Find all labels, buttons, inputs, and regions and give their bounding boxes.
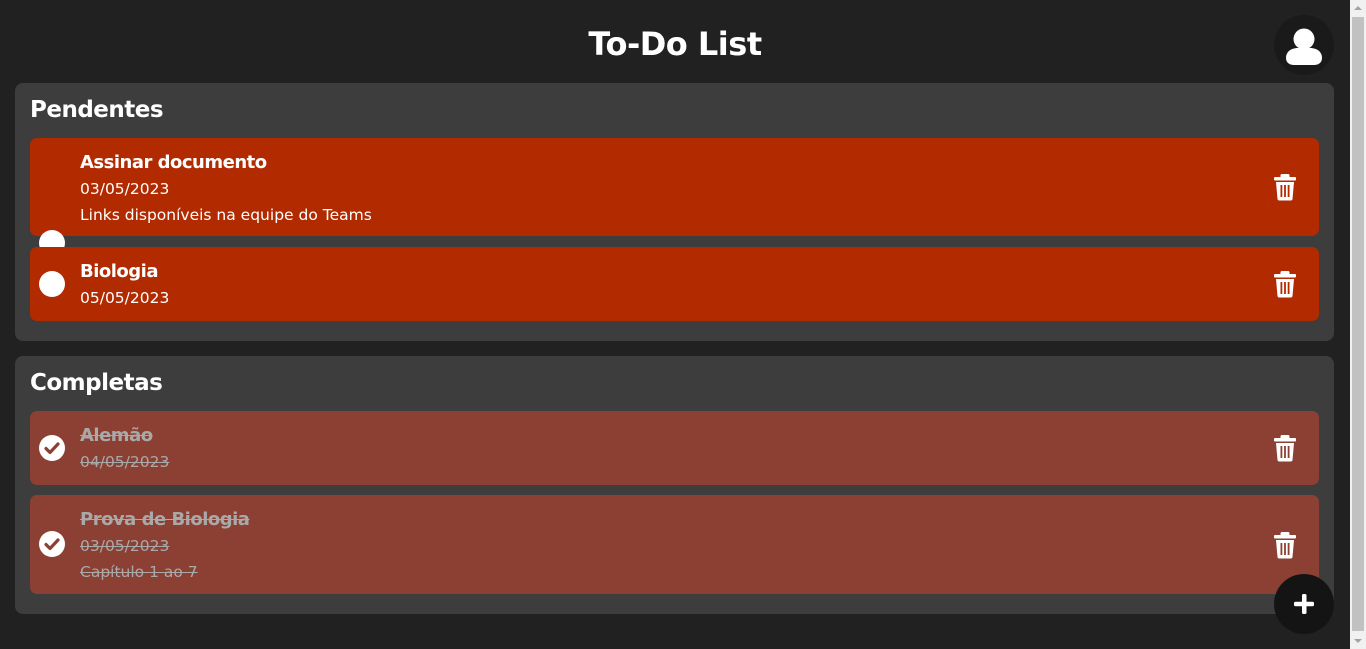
task-content: Prova de Biologia 03/05/2023 Capítulo 1 … [80, 507, 250, 585]
page-title: To-Do List [588, 25, 762, 63]
task-content: Alemão 04/05/2023 [80, 423, 169, 475]
task-checkbox-checked[interactable] [39, 435, 65, 461]
task-content: Biologia 05/05/2023 [80, 259, 169, 311]
task-title: Assinar documento [80, 152, 267, 173]
task-item[interactable]: Alemão 04/05/2023 [30, 411, 1319, 485]
task-item[interactable]: Biologia 05/05/2023 [30, 247, 1319, 321]
task-item[interactable]: Assinar documento 03/05/2023 Links dispo… [30, 138, 1319, 256]
task-content: Assinar documento 03/05/2023 Links dispo… [80, 150, 372, 228]
plus-icon [1294, 594, 1314, 614]
task-date: 03/05/2023 [80, 180, 170, 198]
task-description: Capítulo 1 ao 7 [80, 563, 198, 581]
delete-task-button[interactable] [1272, 173, 1298, 201]
pending-section-title: Pendentes [30, 97, 164, 123]
app-header: To-Do List [0, 0, 1350, 84]
trash-icon [1274, 532, 1296, 559]
completed-section-title: Completas [30, 370, 163, 396]
task-date: 04/05/2023 [80, 453, 170, 471]
task-title: Prova de Biologia [80, 509, 250, 530]
task-date: 05/05/2023 [80, 289, 170, 307]
task-item[interactable]: Prova de Biologia 03/05/2023 Capítulo 1 … [30, 495, 1319, 594]
trash-icon [1274, 271, 1296, 298]
task-checkbox-checked[interactable] [39, 531, 65, 557]
trash-icon [1274, 174, 1296, 201]
pending-section: Pendentes Assinar documento 03/05/2023 L… [15, 83, 1334, 341]
task-title: Alemão [80, 425, 153, 446]
scroll-up-arrow-icon[interactable] [1350, 0, 1366, 16]
task-date: 03/05/2023 [80, 537, 170, 555]
task-description: Links disponíveis na equipe do Teams [80, 206, 372, 224]
completed-section: Completas Alemão 04/05/2023 Prova de Bio… [15, 356, 1334, 614]
delete-task-button[interactable] [1272, 531, 1298, 559]
user-avatar-button[interactable] [1274, 15, 1334, 75]
delete-task-button[interactable] [1272, 434, 1298, 462]
scroll-down-arrow-icon[interactable] [1350, 633, 1366, 649]
trash-icon [1274, 435, 1296, 462]
check-icon [44, 538, 60, 551]
delete-task-button[interactable] [1272, 270, 1298, 298]
user-avatar-icon [1286, 28, 1322, 65]
check-icon [44, 442, 60, 455]
task-title: Biologia [80, 261, 159, 282]
add-task-button[interactable] [1274, 574, 1334, 634]
vertical-scrollbar[interactable] [1350, 0, 1366, 649]
task-checkbox[interactable] [39, 271, 65, 297]
scrollbar-thumb[interactable] [1352, 17, 1364, 631]
